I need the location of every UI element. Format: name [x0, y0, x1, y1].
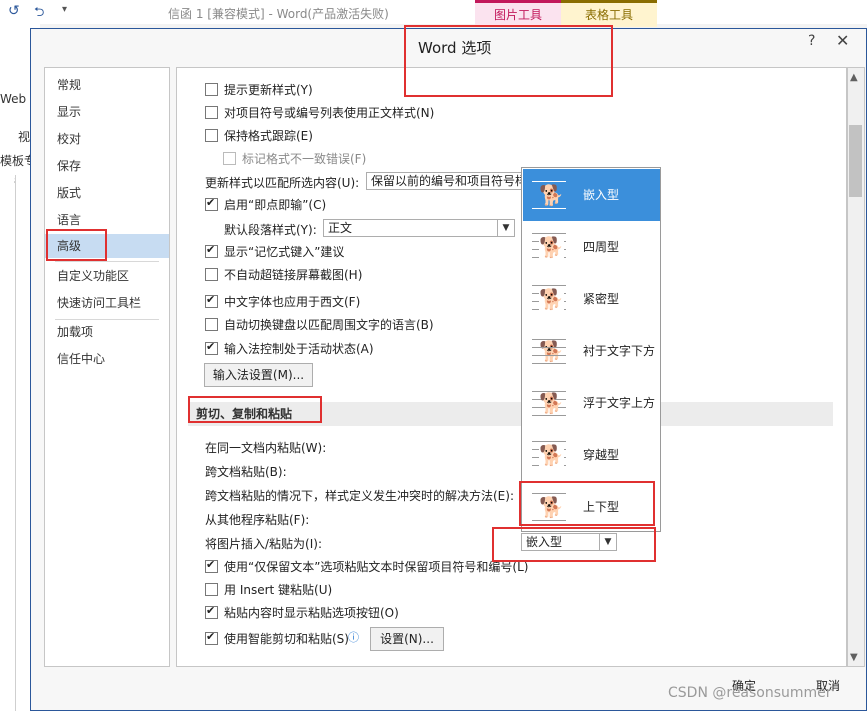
option-label: 保持格式跟踪(E)	[224, 129, 313, 143]
checkbox-mark-format-inconsistencies[interactable]	[223, 152, 236, 165]
behind-text-icon: 🐕	[532, 335, 566, 367]
checkbox-ime-active[interactable]	[205, 340, 218, 355]
options-nav: 常规 显示 校对 保存 版式 语言 高级 自定义功能区 快速访问工具栏 加载项 …	[44, 67, 170, 667]
watermark: CSDN @reasonsummer	[668, 685, 832, 701]
scroll-up-icon[interactable]: ▲	[850, 72, 858, 83]
checkbox-chinese-font-western[interactable]	[205, 293, 218, 308]
option-label: 提示更新样式(Y)	[224, 83, 313, 97]
quick-access-icon[interactable]: ⮌	[34, 3, 44, 25]
tight-wrap-icon: 🐕	[532, 283, 566, 315]
option-label: 标记格式不一致错误(F)	[242, 152, 367, 166]
option-label: 自动切换键盘以匹配周围文字的语言(B)	[224, 318, 434, 332]
checkbox-smart-cut-paste[interactable]	[205, 630, 218, 645]
wrap-option-square[interactable]: 🐕 四周型	[523, 221, 660, 273]
undo-icon[interactable]: ↺	[8, 3, 20, 19]
nav-item-layout[interactable]: 版式	[45, 181, 169, 205]
option-label: 启用“即点即输”(C)	[224, 198, 327, 212]
nav-divider	[55, 261, 159, 262]
nav-item-general[interactable]: 常规	[45, 73, 169, 97]
paste-between-documents-label: 跨文档粘贴(B):	[205, 465, 287, 479]
checkbox-normal-style-for-lists[interactable]	[205, 106, 218, 119]
context-tab-picture-tools[interactable]: 图片工具	[475, 0, 561, 27]
info-icon: ⓘ	[348, 631, 359, 644]
paste-style-conflict-label: 跨文档粘贴的情况下，样式定义发生冲突时的解决方法(E):	[205, 489, 514, 503]
context-tab-table-tools[interactable]: 表格工具	[561, 0, 657, 27]
ime-settings-button[interactable]: 输入法设置(M)...	[204, 363, 313, 387]
highlight-top-bottom-option	[519, 481, 655, 526]
option-label: 使用智能剪切和粘贴(S)	[224, 632, 349, 646]
checkbox-autocomplete[interactable]	[205, 243, 218, 258]
ribbon-web-label: Web	[0, 92, 27, 106]
wrap-style-dropdown-list: 🐕 嵌入型 🐕 四周型 🐕 紧密型 🐕 衬于文字下方 🐕 浮于文字上方 🐕 穿越…	[521, 167, 661, 532]
nav-item-customize-ribbon[interactable]: 自定义功能区	[45, 264, 169, 288]
inline-wrap-icon: 🐕	[532, 179, 566, 211]
qat-dropdown-icon[interactable]: ▾	[62, 4, 67, 15]
nav-item-save[interactable]: 保存	[45, 154, 169, 178]
update-style-label: 更新样式以匹配所选内容(U):	[205, 176, 360, 190]
checkbox-show-paste-options[interactable]	[205, 604, 218, 619]
option-label: 粘贴内容时显示粘贴选项按钮(O)	[224, 606, 399, 620]
smart-paste-settings-button[interactable]: 设置(N)...	[370, 627, 444, 651]
option-label: 使用“仅保留文本”选项粘贴文本时保留项目符号和编号(L)	[224, 560, 529, 574]
highlight-dialog-title	[404, 25, 613, 97]
checkbox-insert-key-paste[interactable]	[205, 583, 218, 596]
option-label: 中文字体也应用于西文(F)	[224, 295, 361, 309]
close-button[interactable]: ✕	[836, 31, 849, 50]
default-paragraph-style-label: 默认段落样式(Y):	[224, 223, 317, 237]
option-label: 显示“记忆式键入”建议	[224, 245, 345, 259]
scroll-thumb[interactable]	[849, 125, 862, 197]
nav-item-add-ins[interactable]: 加载项	[45, 320, 169, 344]
through-wrap-icon: 🐕	[532, 439, 566, 471]
insert-picture-label: 将图片插入/粘贴为(I):	[205, 537, 322, 551]
window-title: 信函 1 [兼容模式] - Word(产品激活失败)	[168, 7, 389, 21]
wrap-option-through[interactable]: 🐕 穿越型	[523, 429, 660, 481]
checkbox-keep-bullets-text-only[interactable]	[205, 558, 218, 573]
chevron-down-icon[interactable]: ▼	[497, 220, 514, 236]
wrap-option-tight[interactable]: 🐕 紧密型	[523, 273, 660, 325]
nav-item-trust-center[interactable]: 信任中心	[45, 347, 169, 371]
option-label: 输入法控制处于活动状态(A)	[224, 342, 374, 356]
highlight-insert-picture-select	[492, 527, 656, 562]
checkbox-auto-switch-keyboard[interactable]	[205, 318, 218, 331]
highlight-advanced-nav	[46, 229, 107, 261]
checkbox-keep-track-formatting[interactable]	[205, 129, 218, 142]
default-paragraph-style-select[interactable]: 正文 ▼	[323, 219, 515, 237]
scroll-down-icon[interactable]: ▼	[850, 652, 858, 663]
wrap-option-in-front-of-text[interactable]: 🐕 浮于文字上方	[523, 377, 660, 429]
option-label: 对项目符号或编号列表使用正文样式(N)	[224, 106, 435, 120]
ribbon-view-label: 视	[18, 130, 31, 144]
nav-item-quick-access-toolbar[interactable]: 快速访问工具栏	[45, 291, 169, 315]
square-wrap-icon: 🐕	[532, 231, 566, 263]
in-front-of-text-icon: 🐕	[532, 387, 566, 419]
checkbox-no-auto-hyperlink-screenshot[interactable]	[205, 268, 218, 281]
checkbox-click-and-type[interactable]	[205, 196, 218, 211]
option-label: 用 Insert 键粘贴(U)	[224, 583, 333, 597]
option-label: 不自动超链接屏幕截图(H)	[224, 268, 363, 282]
wrap-option-behind-text[interactable]: 🐕 衬于文字下方	[523, 325, 660, 377]
paste-from-other-programs-label: 从其他程序粘贴(F):	[205, 513, 310, 527]
help-button[interactable]: ?	[808, 33, 815, 49]
nav-item-proofing[interactable]: 校对	[45, 127, 169, 151]
checkbox-prompt-update-style[interactable]	[205, 83, 218, 96]
title-bar: ↺ ⮌ ▾ 信函 1 [兼容模式] - Word(产品激活失败) 图片工具 表格…	[0, 0, 867, 27]
highlight-section-heading	[188, 396, 322, 423]
wrap-option-inline[interactable]: 🐕 嵌入型	[523, 169, 660, 221]
update-style-select[interactable]: 保留以前的编号和项目符号样式	[366, 172, 526, 190]
paste-within-document-label: 在同一文档内粘贴(W):	[205, 441, 327, 455]
nav-item-display[interactable]: 显示	[45, 100, 169, 124]
